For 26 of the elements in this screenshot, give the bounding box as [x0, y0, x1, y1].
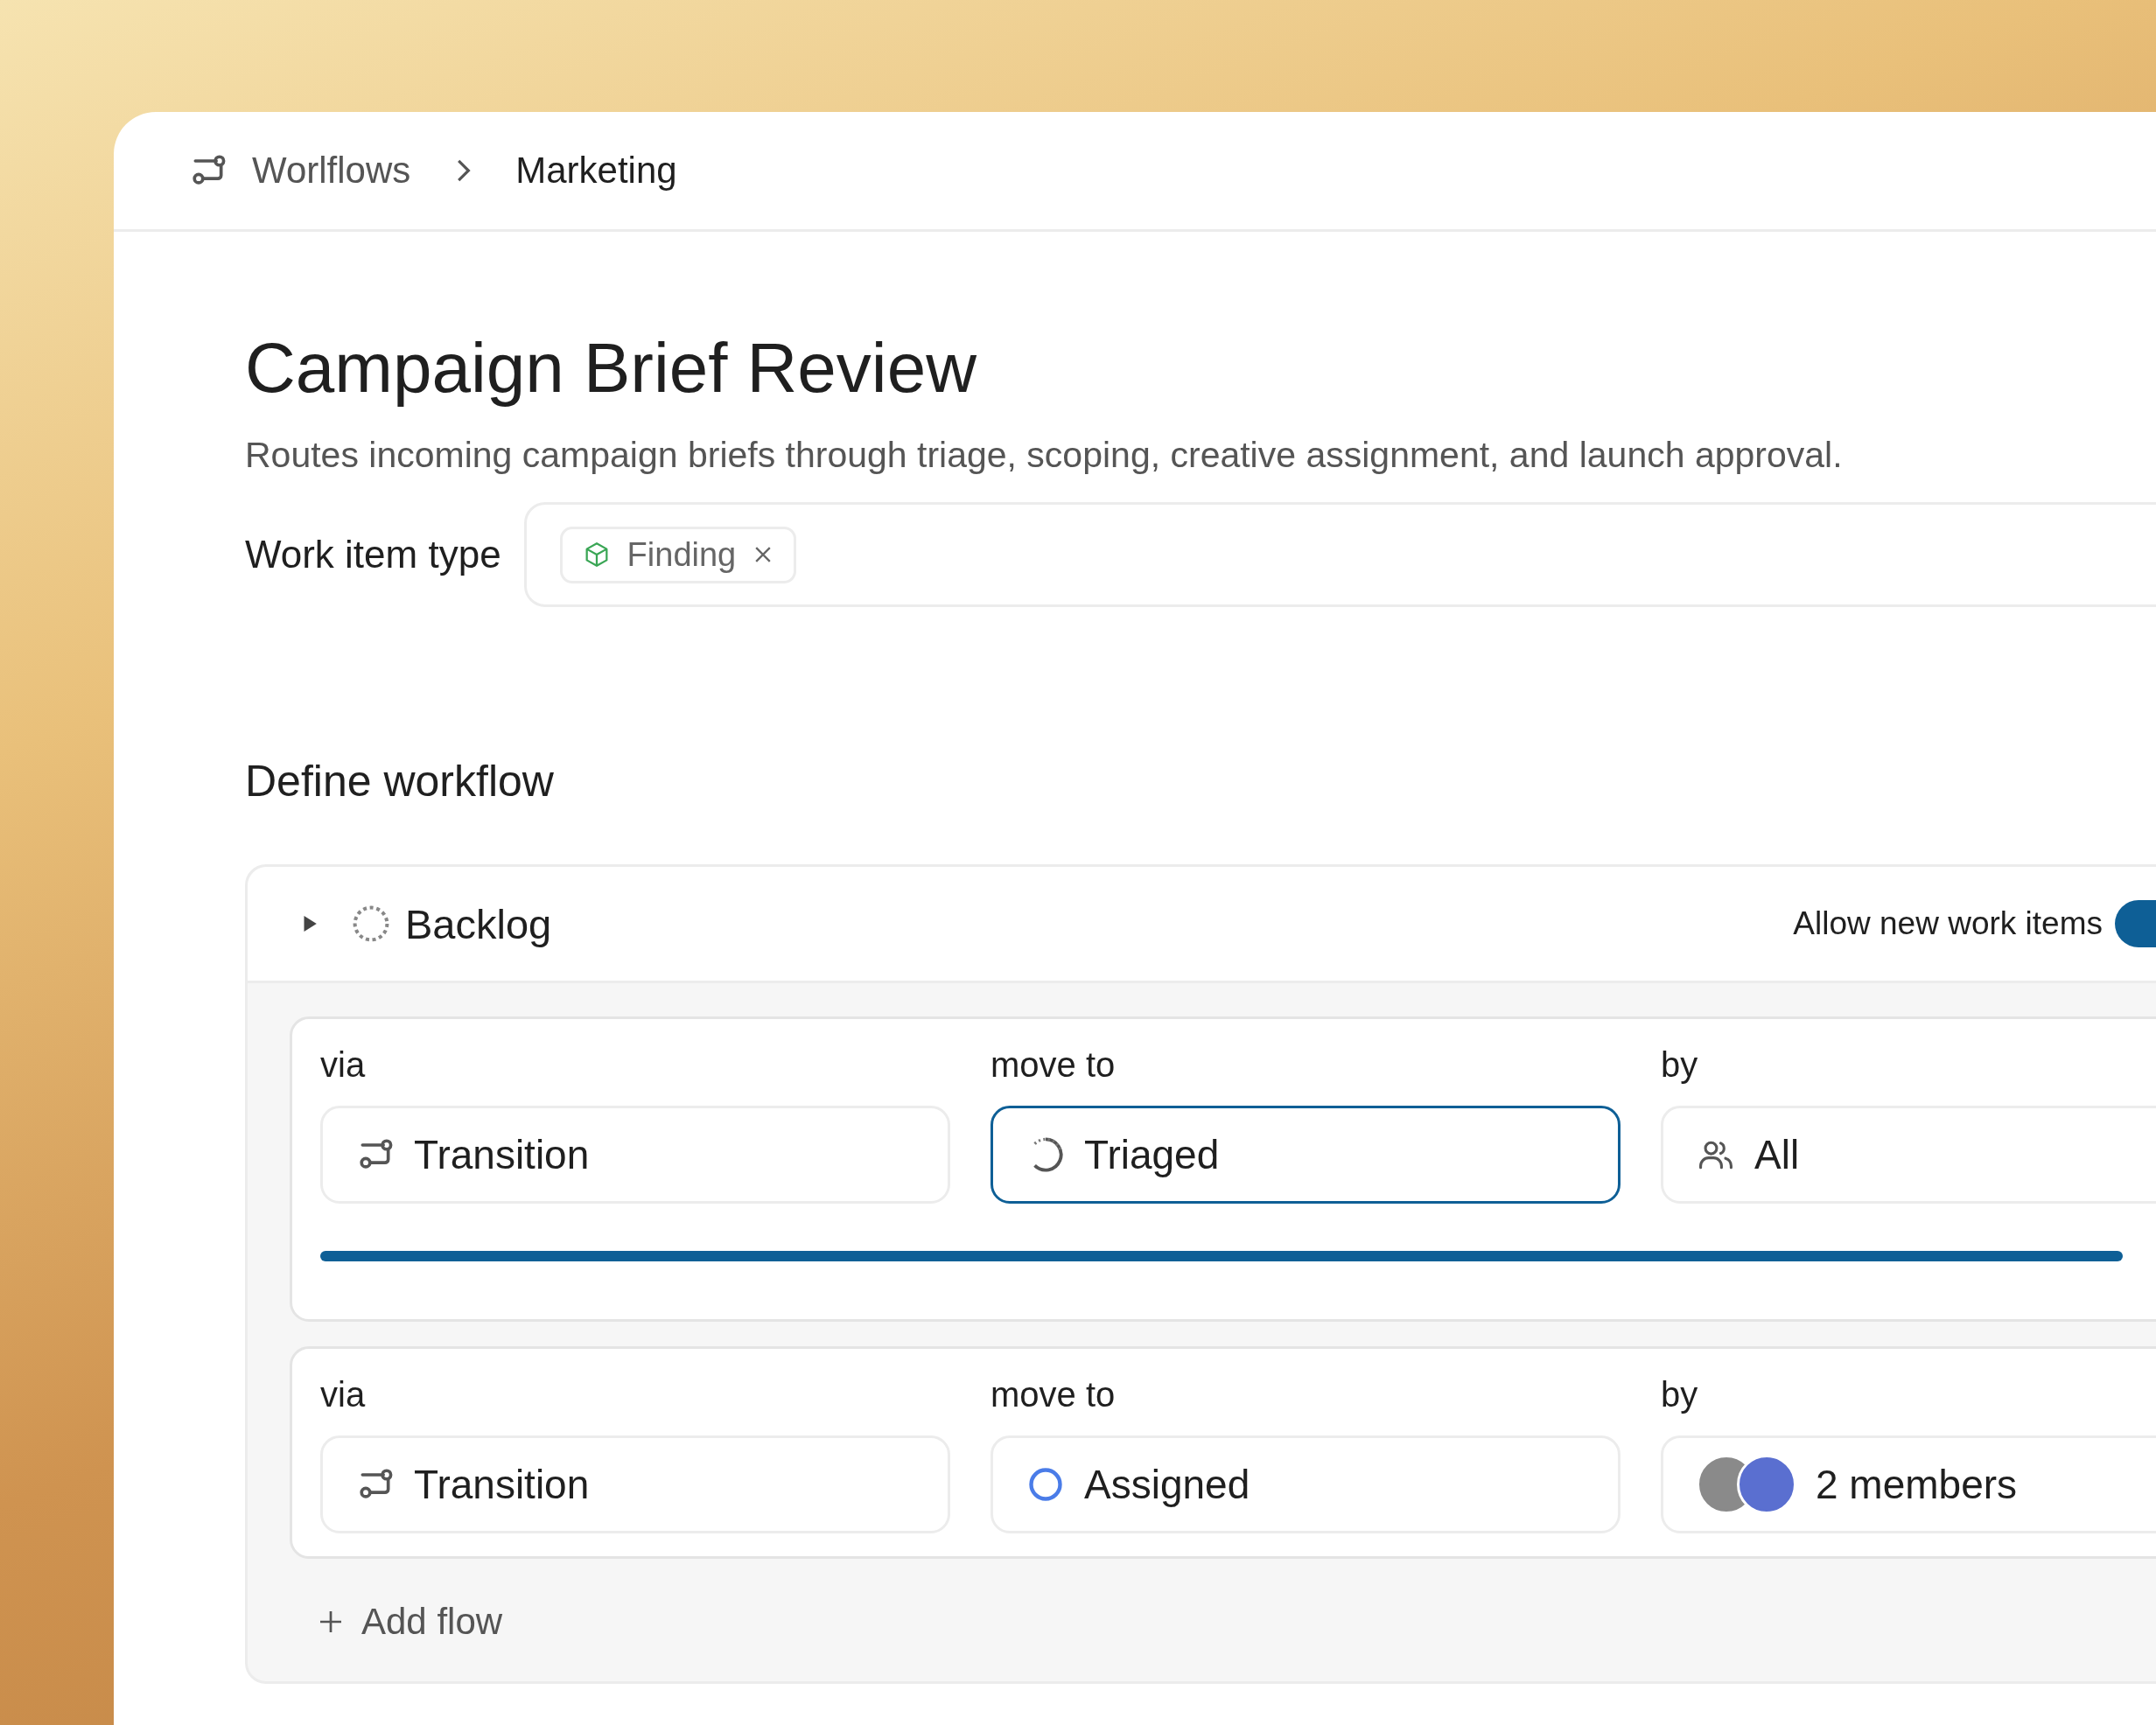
state-name: Backlog: [405, 899, 552, 948]
section-title: Define workflow: [245, 756, 555, 807]
dotted-circle-icon: [351, 904, 391, 944]
circle-icon: [1026, 1465, 1065, 1504]
status-select[interactable]: Triaged: [990, 1106, 1620, 1204]
assignee-select[interactable]: 2 members: [1661, 1435, 2156, 1533]
breadcrumb-link[interactable]: Worlflows: [252, 150, 411, 192]
field-label: by: [1661, 1375, 1699, 1414]
field-label: via: [320, 1375, 367, 1414]
via-select[interactable]: Transition: [320, 1435, 950, 1533]
plus-icon: [318, 1609, 344, 1635]
field-label: via: [320, 1045, 367, 1085]
page-description: Routes incoming campaign briefs through triage, scoping, creative assignment, and launch approval.: [245, 435, 1844, 476]
field-label: move to: [990, 1375, 1116, 1414]
field-label: move to: [990, 1045, 1116, 1085]
field-label: by: [1661, 1045, 1699, 1085]
page-title: Campaign Brief Review: [245, 330, 977, 407]
status-select[interactable]: Assigned: [990, 1435, 1620, 1533]
work-item-type-field[interactable]: Finding: [523, 502, 2156, 607]
assignee-select[interactable]: All: [1661, 1106, 2156, 1204]
toggle-label: Allow new work items: [1793, 905, 2103, 942]
field-label: Work item type: [245, 533, 501, 576]
add-flow-button[interactable]: Add flow: [248, 1559, 503, 1681]
tag-label: Finding: [626, 535, 737, 574]
breadcrumb-link[interactable]: Marketing: [515, 150, 677, 192]
via-select[interactable]: Transition: [320, 1106, 950, 1204]
